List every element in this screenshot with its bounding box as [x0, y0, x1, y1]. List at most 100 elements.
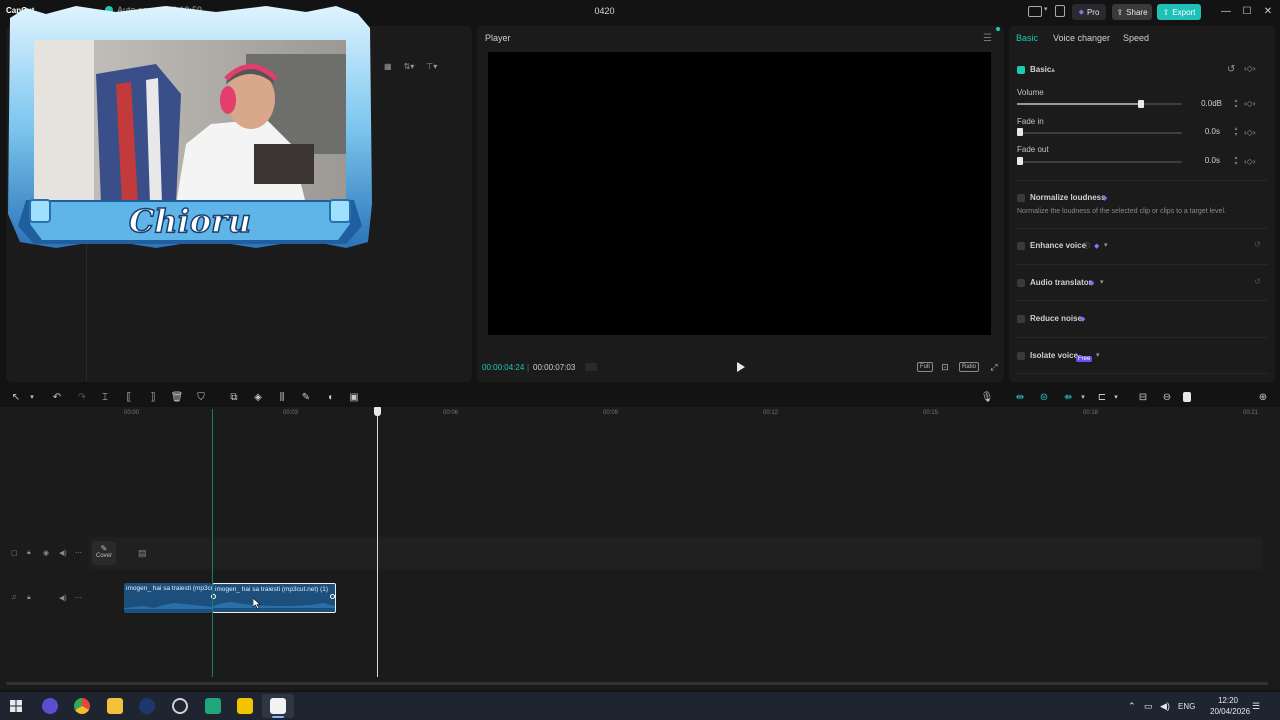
clip-trim-handle[interactable]	[330, 594, 335, 599]
fadein-value[interactable]: 0.0s	[1180, 125, 1220, 139]
split-icon[interactable]: ⌶	[99, 391, 111, 403]
shortcut-icon[interactable]	[1055, 5, 1065, 17]
capcut-icon[interactable]	[270, 698, 286, 714]
full-button[interactable]: Full	[917, 361, 933, 373]
pro-button[interactable]: ◆ Pro	[1072, 4, 1106, 20]
freeze-icon[interactable]: ▣	[348, 391, 360, 403]
enhance-checkbox[interactable]	[1017, 242, 1025, 250]
isolate-checkbox[interactable]	[1017, 352, 1025, 360]
share-button[interactable]: ⇪ Share	[1112, 4, 1152, 20]
split-left-icon[interactable]: ⟦	[123, 391, 135, 403]
network-icon[interactable]: ▭	[1144, 701, 1153, 712]
timeline-scrollbar[interactable]	[6, 682, 1268, 685]
chevron-up-icon[interactable]: ▴	[1051, 65, 1055, 74]
play-icon[interactable]	[735, 361, 747, 373]
video-track[interactable]	[89, 537, 1262, 569]
tab-basic[interactable]: Basic	[1016, 33, 1038, 43]
reduce-noise-checkbox[interactable]	[1017, 315, 1025, 323]
audio-mix-icon[interactable]: ⫼	[276, 391, 288, 403]
chevron-down-icon[interactable]: ▾	[1044, 5, 1048, 13]
fadein-stepper[interactable]: ▴ ▾	[1232, 126, 1240, 138]
timecode-icon[interactable]	[584, 361, 598, 373]
basic-checkbox[interactable]	[1017, 66, 1025, 74]
app-icon[interactable]	[205, 698, 221, 714]
link-clips-icon[interactable]: ⇻	[1062, 391, 1074, 403]
more-icon[interactable]: ⋯	[75, 549, 82, 557]
shield-icon[interactable]: ⛉	[195, 391, 207, 403]
lock-icon[interactable]: 🔒︎	[27, 549, 31, 557]
keyframe-icon[interactable]: ‹◇›	[1244, 157, 1255, 166]
caption-icon[interactable]: ⊟	[1137, 391, 1149, 403]
volume-stepper[interactable]: ▴ ▾	[1232, 98, 1240, 110]
sort-icon[interactable]: ⇅▾	[404, 62, 415, 71]
layout-icon[interactable]	[1028, 6, 1042, 17]
audio-clip-selected[interactable]: imogen_ hai sa traiesti (mp3cut.net) (1)	[212, 583, 336, 613]
fadein-slider-handle[interactable]	[1017, 128, 1023, 136]
reset-icon[interactable]: ↺	[1254, 277, 1261, 286]
steam-icon[interactable]	[139, 698, 155, 714]
export-button[interactable]: ⇧ Export	[1157, 4, 1201, 20]
volume-slider-handle[interactable]	[1137, 100, 1144, 108]
winamp-icon[interactable]	[237, 698, 253, 714]
link-track-icon[interactable]: ⇹	[1014, 391, 1026, 403]
split-right-icon[interactable]: ⟧	[147, 391, 159, 403]
fadeout-value[interactable]: 0.0s	[1180, 154, 1220, 168]
more-icon[interactable]: ⋯	[75, 594, 82, 602]
magnet-icon[interactable]: ⊜	[1038, 391, 1050, 403]
discord-icon[interactable]	[42, 698, 58, 714]
fullscreen-icon[interactable]: ⤢	[988, 361, 1000, 373]
eye-icon[interactable]: ◉	[43, 549, 49, 557]
playhead-handle[interactable]	[374, 407, 381, 416]
chevron-down-icon[interactable]: ▾	[1077, 391, 1089, 403]
remove-bg-icon[interactable]: ✎	[300, 391, 312, 403]
audio-split-icon[interactable]: ◖	[324, 391, 336, 403]
mask-icon[interactable]: ◈	[252, 391, 264, 403]
windows-start-icon[interactable]	[10, 700, 22, 712]
speaker-icon[interactable]: ◀)	[59, 594, 67, 602]
volume-icon[interactable]: ◀)	[1160, 701, 1170, 712]
volume-value[interactable]: 0.0dB	[1182, 97, 1222, 111]
reset-icon[interactable]: ↺	[1254, 240, 1261, 249]
reset-icon[interactable]: ↺	[1227, 64, 1235, 75]
tab-voice-changer[interactable]: Voice changer	[1053, 33, 1110, 43]
ratio-button[interactable]: Ratio	[959, 361, 980, 373]
undo-icon[interactable]: ↶	[51, 391, 63, 403]
chevron-down-icon[interactable]: ▾	[26, 391, 38, 403]
audio-clip[interactable]: imogen_ hai sa traiesti (mp3cut.net) (1)	[124, 583, 212, 613]
menu-icon[interactable]: ☰	[983, 33, 992, 44]
chevron-down-icon[interactable]: ▾	[1110, 391, 1122, 403]
close-icon[interactable]: ✕	[1259, 4, 1277, 20]
lock-icon[interactable]: 🔒︎	[27, 594, 31, 602]
cover-button[interactable]: ✎ Cover	[92, 541, 116, 565]
preview-axis-icon[interactable]: ⊏	[1096, 391, 1108, 403]
zoom-fit-icon[interactable]: ⊡	[939, 361, 951, 373]
fadeout-stepper[interactable]: ▴ ▾	[1232, 155, 1240, 167]
zoom-fit-icon[interactable]: ⊕	[1257, 391, 1269, 403]
zoom-slider-handle[interactable]	[1183, 392, 1191, 402]
notification-icon[interactable]: ☰	[1252, 701, 1260, 712]
minimize-icon[interactable]: —	[1217, 4, 1235, 20]
obs-icon[interactable]	[172, 698, 188, 714]
keyframe-nav-icon[interactable]: ‹◇›	[1244, 64, 1255, 73]
zoom-out-icon[interactable]: ⊖	[1161, 391, 1173, 403]
tab-speed[interactable]: Speed	[1123, 33, 1149, 43]
delete-icon[interactable]: 🗑	[171, 391, 184, 403]
grid-view-icon[interactable]: ▦	[384, 62, 392, 71]
chevron-down-icon[interactable]: ▾	[1104, 241, 1108, 249]
file-explorer-icon[interactable]	[107, 698, 123, 714]
select-cursor-icon[interactable]: ↖	[10, 391, 22, 403]
fadein-slider[interactable]	[1017, 132, 1182, 134]
fadeout-slider[interactable]	[1017, 161, 1182, 163]
crop-icon[interactable]: ⧉	[228, 391, 240, 403]
chevron-up-icon[interactable]: ⌃	[1128, 701, 1136, 712]
chevron-down-icon[interactable]: ▾	[1096, 351, 1100, 359]
speaker-icon[interactable]: ◀)	[59, 549, 67, 557]
redo-icon[interactable]: ↷	[76, 391, 88, 403]
maximize-icon[interactable]: ☐	[1238, 4, 1256, 20]
clock[interactable]: 12:20 20/04/2026	[1210, 695, 1250, 717]
translator-checkbox[interactable]	[1017, 279, 1025, 287]
player-canvas[interactable]	[488, 52, 991, 335]
chevron-down-icon[interactable]: ▾	[1100, 278, 1104, 286]
info-icon[interactable]: ⓘ	[1083, 241, 1090, 251]
filter-icon[interactable]: ⊤▾	[426, 62, 437, 71]
